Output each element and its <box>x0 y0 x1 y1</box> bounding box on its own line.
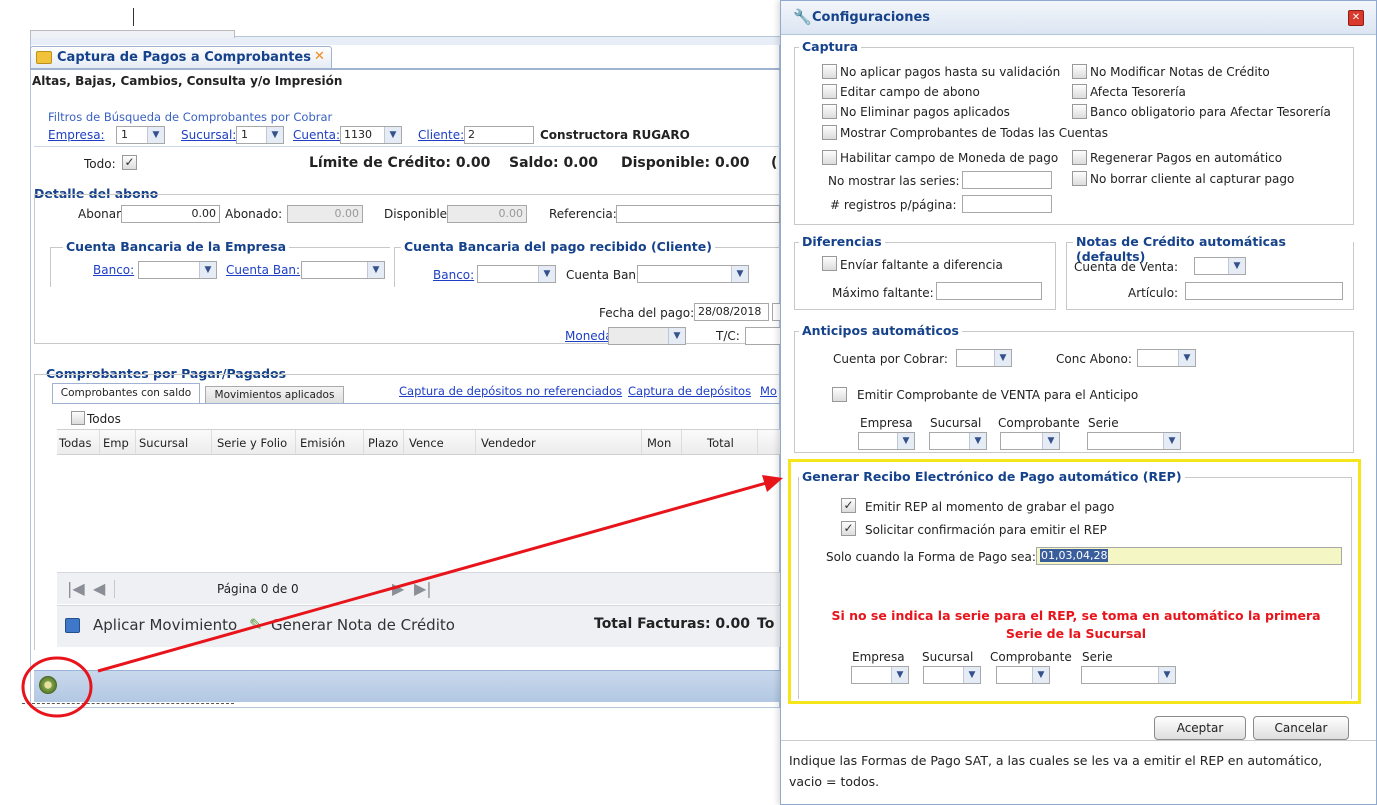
annotation-circle <box>21 656 93 718</box>
annotation-arrowhead <box>762 475 783 492</box>
annotation-arrow-line <box>97 480 771 673</box>
annotation-overlay <box>21 475 783 718</box>
